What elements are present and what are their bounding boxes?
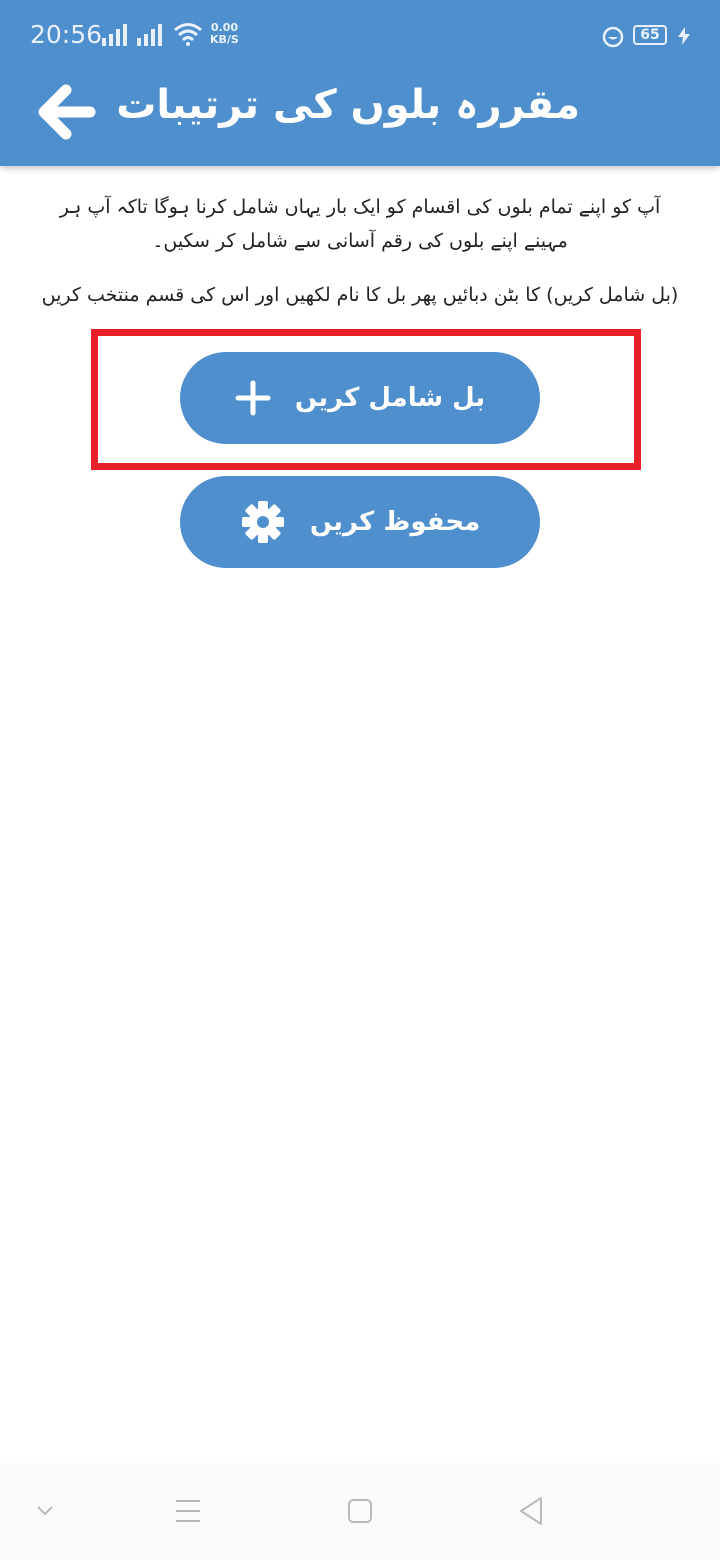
back-triangle-icon[interactable] (516, 1493, 544, 1529)
charging-icon (678, 27, 690, 45)
system-nav-bar (0, 1463, 720, 1560)
app-bar: 20:56 0.00 KB/S 65 مقررہ بلوں کی ترتیبات (0, 0, 720, 166)
add-bill-button[interactable]: بل شامل کریں (180, 352, 540, 444)
save-button[interactable]: محفوظ کریں (180, 476, 540, 568)
battery-indicator: 65 (633, 25, 667, 45)
gear-icon (241, 501, 284, 543)
chevron-down-icon[interactable] (34, 1503, 56, 1519)
page-title: مقررہ بلوں کی ترتیبات (116, 82, 580, 128)
signal-icon (102, 24, 127, 46)
arrow-left-icon[interactable] (36, 80, 100, 144)
net-speed: 0.00 KB/S (210, 22, 239, 46)
status-time: 20:56 (30, 20, 103, 49)
save-label: محفوظ کریں (309, 507, 481, 537)
net-speed-unit: KB/S (210, 33, 239, 46)
plus-icon (235, 380, 271, 416)
wifi-icon (174, 23, 202, 46)
add-bill-label: بل شامل کریں (294, 383, 486, 413)
instruction-text: (بل شامل کریں) کا بٹن دبائیں پھر بل کا ن… (41, 284, 679, 306)
home-icon[interactable] (346, 1493, 374, 1529)
menu-icon[interactable] (174, 1493, 202, 1529)
bubble-icon (602, 26, 624, 48)
description-text: آپ کو اپنے تمام بلوں کی اقسام کو ایک بار… (59, 196, 661, 252)
status-bar: 20:56 0.00 KB/S 65 (0, 0, 720, 72)
signal-icon (137, 24, 162, 46)
